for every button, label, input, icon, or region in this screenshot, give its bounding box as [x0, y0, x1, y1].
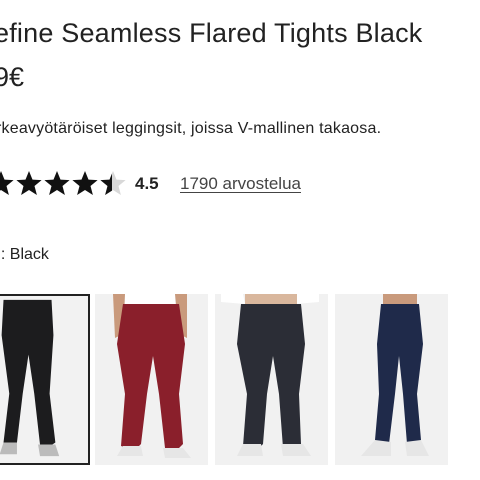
- rating-stars: [0, 170, 128, 198]
- reviews-link[interactable]: 1790 arvostelua: [180, 174, 301, 194]
- swatch-navy[interactable]: [335, 294, 448, 465]
- product-title: efine Seamless Flared Tights Black: [0, 18, 423, 48]
- product-price: 9€: [0, 62, 25, 92]
- product-image: [335, 294, 448, 465]
- color-label: ri: Black: [0, 246, 49, 263]
- color-swatches: [0, 294, 480, 467]
- rating-row: 4.5 1790 arvostelua: [0, 168, 480, 200]
- product-description: rkeavyötäröiset leggingsit, joissa V-mal…: [0, 120, 382, 137]
- swatch-charcoal[interactable]: [215, 294, 328, 465]
- product-image: [215, 294, 328, 465]
- star-icon: [44, 171, 70, 195]
- star-icon: [16, 171, 42, 195]
- product-image: [95, 294, 208, 465]
- star-icon: [0, 171, 14, 195]
- rating-value: 4.5: [135, 174, 159, 193]
- swatch-burgundy[interactable]: [95, 294, 208, 465]
- stars-svg: [0, 171, 126, 195]
- swatch-black[interactable]: [0, 294, 90, 465]
- product-image: [0, 296, 88, 463]
- star-icon: [72, 171, 98, 195]
- half-star-icon: [100, 171, 126, 195]
